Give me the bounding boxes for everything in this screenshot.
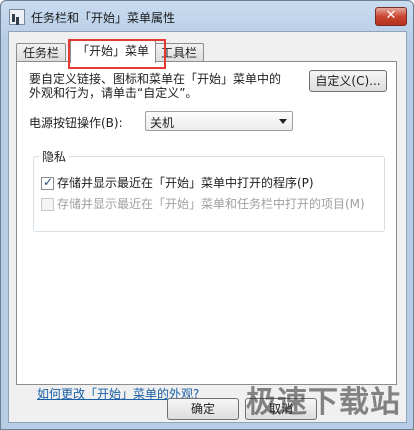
description-line-2: 外观和行为，请单击“自定义”。 bbox=[29, 86, 198, 100]
recent-programs-label: 存储并显示最近在「开始」菜单中打开的程序(P) bbox=[57, 176, 314, 190]
power-action-select[interactable]: 关机 bbox=[145, 111, 293, 131]
tab-taskbar[interactable]: 任务栏 bbox=[16, 43, 67, 62]
tab-start-menu[interactable]: 「开始」菜单 bbox=[70, 40, 157, 63]
dialog-client: 任务栏 「开始」菜单 工具栏 要自定义链接、图标和菜单在「开始」菜单中的 外观和… bbox=[8, 31, 407, 423]
privacy-group-frame bbox=[33, 156, 385, 232]
recent-programs-checkbox[interactable] bbox=[41, 175, 54, 190]
start-menu-panel: 要自定义链接、图标和菜单在「开始」菜单中的 外观和行为，请单击“自定义”。 自定… bbox=[16, 61, 397, 401]
title-bar[interactable]: 任务栏和「开始」菜单属性 ✕ bbox=[1, 1, 413, 31]
watermark-text: 极速下载站 bbox=[246, 385, 401, 420]
privacy-title: 隐私 bbox=[39, 148, 70, 165]
customize-button[interactable]: 自定义(C)... bbox=[309, 70, 387, 92]
description-text: 要自定义链接、图标和菜单在「开始」菜单中的 外观和行为，请单击“自定义”。 bbox=[29, 72, 299, 100]
taskbar-properties-icon bbox=[9, 9, 25, 25]
recent-items-label: 存储并显示最近在「开始」菜单和任务栏中打开的项目(M) bbox=[57, 197, 365, 211]
recent-items-checkbox[interactable] bbox=[41, 198, 54, 211]
tab-toolbars[interactable]: 工具栏 bbox=[154, 43, 205, 62]
chevron-down-icon bbox=[279, 119, 287, 124]
window-title: 任务栏和「开始」菜单属性 bbox=[31, 11, 176, 25]
power-button-label: 电源按钮操作(B): bbox=[29, 116, 123, 130]
close-button[interactable]: ✕ bbox=[375, 7, 407, 26]
description-line-1: 要自定义链接、图标和菜单在「开始」菜单中的 bbox=[29, 72, 282, 86]
ok-button[interactable]: 确定 bbox=[167, 398, 239, 420]
privacy-group: 隐私 存储并显示最近在「开始」菜单中打开的程序(P) 存储并显示最近在「开始」菜… bbox=[33, 148, 385, 244]
properties-window: 任务栏和「开始」菜单属性 ✕ 任务栏 「开始」菜单 工具栏 要自定义链接、图标和… bbox=[0, 0, 414, 430]
power-action-value: 关机 bbox=[150, 116, 175, 130]
